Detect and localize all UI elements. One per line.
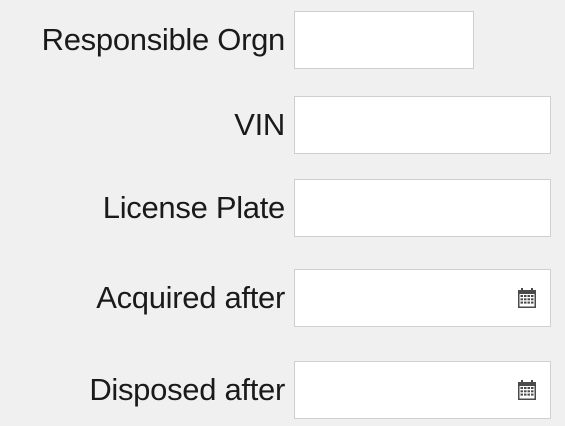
disposed-after-label: Disposed after <box>89 372 285 407</box>
responsible-orgn-field[interactable] <box>294 11 474 69</box>
acquired-after-label: Acquired after <box>96 280 285 315</box>
calendar-icon[interactable] <box>518 380 536 400</box>
disposed-after-date-field[interactable] <box>294 361 551 419</box>
form-row-license-plate: License Plate <box>0 178 565 238</box>
acquired-after-date-field[interactable] <box>294 269 551 327</box>
license-plate-input[interactable] <box>295 180 550 236</box>
responsible-orgn-input[interactable] <box>295 12 473 68</box>
vin-label: VIN <box>234 107 285 142</box>
disposed-after-input[interactable] <box>295 362 550 418</box>
form-row-acquired-after: Acquired after <box>0 268 565 328</box>
vin-field[interactable] <box>294 96 551 154</box>
form-row-vin: VIN <box>0 95 565 155</box>
calendar-icon[interactable] <box>518 288 536 308</box>
acquired-after-input[interactable] <box>295 270 550 326</box>
form-row-responsible-orgn: Responsible Orgn <box>0 10 565 70</box>
form-row-disposed-after: Disposed after <box>0 360 565 420</box>
responsible-orgn-label: Responsible Orgn <box>41 22 286 57</box>
license-plate-field[interactable] <box>294 179 551 237</box>
vin-input[interactable] <box>295 97 550 153</box>
license-plate-label: License Plate <box>102 190 286 225</box>
